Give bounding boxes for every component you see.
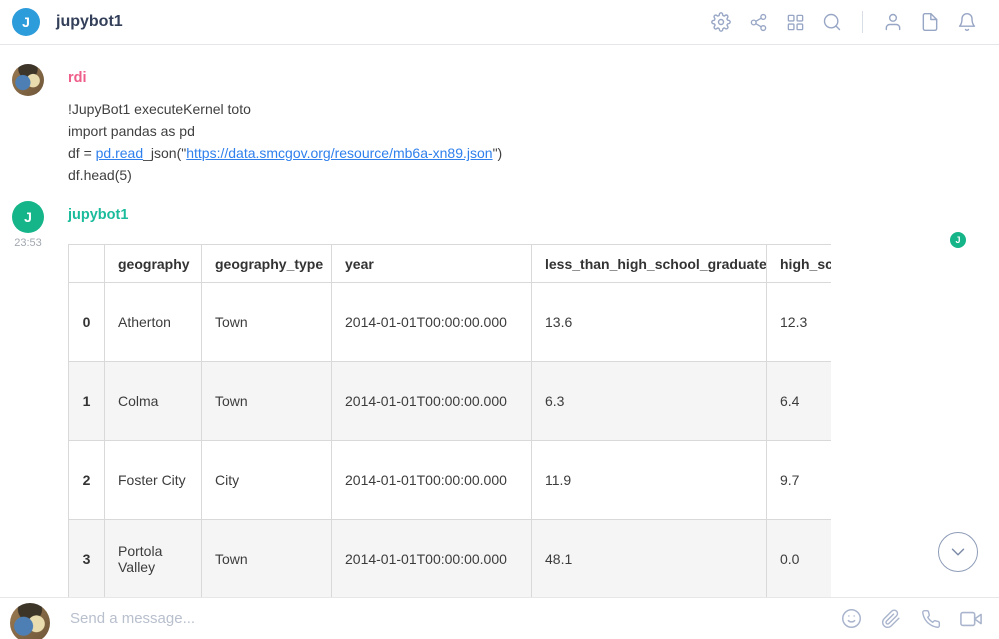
- paperclip-icon: [881, 609, 901, 629]
- composer-avatar[interactable]: [10, 603, 50, 639]
- row-index-cell: 0: [69, 283, 105, 362]
- column-header: [69, 245, 105, 283]
- notifications-button[interactable]: [953, 8, 981, 36]
- read-receipt-avatar: J: [950, 232, 966, 248]
- column-header: less_than_high_school_graduate: [532, 245, 767, 283]
- table-row: 0AthertonTown2014-01-01T00:00:00.00013.6…: [69, 283, 832, 362]
- phone-icon: [921, 609, 941, 629]
- row-index-cell: 1: [69, 362, 105, 441]
- video-camera-icon: [960, 608, 982, 630]
- table-cell: 2014-01-01T00:00:00.000: [332, 283, 532, 362]
- column-header: geography_type: [202, 245, 332, 283]
- chat-app: J jupybot1: [0, 0, 999, 639]
- bot-avatar[interactable]: J: [12, 201, 44, 233]
- table-cell: 13.6: [532, 283, 767, 362]
- message-text: !JupyBot1 executeKernel toto import panda…: [68, 98, 999, 186]
- header-divider: [862, 11, 863, 33]
- table-cell: 6.3: [532, 362, 767, 441]
- table-cell: Foster City: [105, 441, 202, 520]
- search-button[interactable]: [818, 8, 846, 36]
- message-jupybot1: J 23:53 jupybot1 geographygeography_type…: [0, 201, 999, 597]
- search-icon: [822, 12, 842, 32]
- row-index-cell: 3: [69, 520, 105, 598]
- message-line: df = pd.read_json("https://data.smcgov.o…: [68, 142, 999, 164]
- composer-actions: [837, 605, 985, 633]
- message-link[interactable]: pd.read: [96, 145, 143, 161]
- table-row: 2Foster CityCity2014-01-01T00:00:00.0001…: [69, 441, 832, 520]
- message-text-segment: df =: [68, 145, 96, 161]
- table-cell: 2014-01-01T00:00:00.000: [332, 520, 532, 598]
- bot-avatar-letter: J: [24, 209, 32, 225]
- emoji-smile-icon: [841, 608, 862, 629]
- table-row: 1ColmaTown2014-01-01T00:00:00.0006.36.4: [69, 362, 832, 441]
- message-text-segment: "): [493, 145, 503, 161]
- message-text-segment: df.head(5): [68, 167, 132, 183]
- bell-icon: [957, 12, 977, 32]
- apps-button[interactable]: [781, 8, 809, 36]
- table-header-row: geographygeography_typeyearless_than_hig…: [69, 245, 832, 283]
- share-button[interactable]: [744, 8, 772, 36]
- message-line: !JupyBot1 executeKernel toto: [68, 98, 999, 120]
- room-avatar-letter: J: [22, 14, 30, 30]
- apps-grid-icon: [786, 13, 805, 32]
- message-timeline[interactable]: rdi !JupyBot1 executeKernel toto import p…: [0, 45, 999, 597]
- table-cell: 2014-01-01T00:00:00.000: [332, 441, 532, 520]
- table-cell: 9.7: [767, 441, 832, 520]
- table-cell: 6.4: [767, 362, 832, 441]
- message-input[interactable]: [70, 610, 837, 627]
- table-cell: 48.1: [532, 520, 767, 598]
- table-cell: 12.3: [767, 283, 832, 362]
- table-cell: 0.0: [767, 520, 832, 598]
- column-header: high_school_graduate: [767, 245, 832, 283]
- table-cell: Town: [202, 362, 332, 441]
- sender-name-rdi[interactable]: rdi: [68, 70, 87, 86]
- message-timestamp: 23:53: [14, 237, 42, 249]
- files-button[interactable]: [916, 8, 944, 36]
- sender-name-jupybot1[interactable]: jupybot1: [68, 207, 128, 223]
- composer: [0, 597, 999, 639]
- settings-icon: [711, 12, 731, 32]
- user-avatar-rdi[interactable]: [12, 64, 44, 96]
- settings-button[interactable]: [707, 8, 735, 36]
- chevron-down-icon: [947, 541, 969, 563]
- column-header: geography: [105, 245, 202, 283]
- message-text-segment: _json(": [143, 145, 186, 161]
- table-cell: Atherton: [105, 283, 202, 362]
- attachment-button[interactable]: [877, 605, 905, 633]
- table-cell: 2014-01-01T00:00:00.000: [332, 362, 532, 441]
- user-icon: [883, 12, 903, 32]
- message-link[interactable]: https://data.smcgov.org/resource/mb6a-xn…: [186, 145, 492, 161]
- video-call-button[interactable]: [957, 605, 985, 633]
- message-rdi: rdi !JupyBot1 executeKernel toto import p…: [0, 64, 999, 186]
- message-line: import pandas as pd: [68, 120, 999, 142]
- room-header: J jupybot1: [0, 0, 999, 45]
- column-header: year: [332, 245, 532, 283]
- table-cell: Town: [202, 520, 332, 598]
- members-button[interactable]: [879, 8, 907, 36]
- message-text-segment: !JupyBot1 executeKernel toto: [68, 101, 251, 117]
- table-row: 3Portola ValleyTown2014-01-01T00:00:00.0…: [69, 520, 832, 598]
- row-index-cell: 2: [69, 441, 105, 520]
- voice-call-button[interactable]: [917, 605, 945, 633]
- message-line: df.head(5): [68, 164, 999, 186]
- room-title: jupybot1: [56, 13, 123, 31]
- document-icon: [920, 12, 940, 32]
- message-text-segment: import pandas as pd: [68, 123, 195, 139]
- dataframe-table: geographygeography_typeyearless_than_hig…: [68, 244, 831, 597]
- share-icon: [749, 13, 768, 32]
- table-cell: Portola Valley: [105, 520, 202, 598]
- header-actions: [707, 8, 981, 36]
- dataframe-table-container: geographygeography_typeyearless_than_hig…: [68, 244, 831, 597]
- table-cell: Town: [202, 283, 332, 362]
- emoji-button[interactable]: [837, 605, 865, 633]
- table-cell: 11.9: [532, 441, 767, 520]
- scroll-to-bottom-button[interactable]: [938, 532, 978, 572]
- room-avatar[interactable]: J: [12, 8, 40, 36]
- table-cell: Colma: [105, 362, 202, 441]
- table-cell: City: [202, 441, 332, 520]
